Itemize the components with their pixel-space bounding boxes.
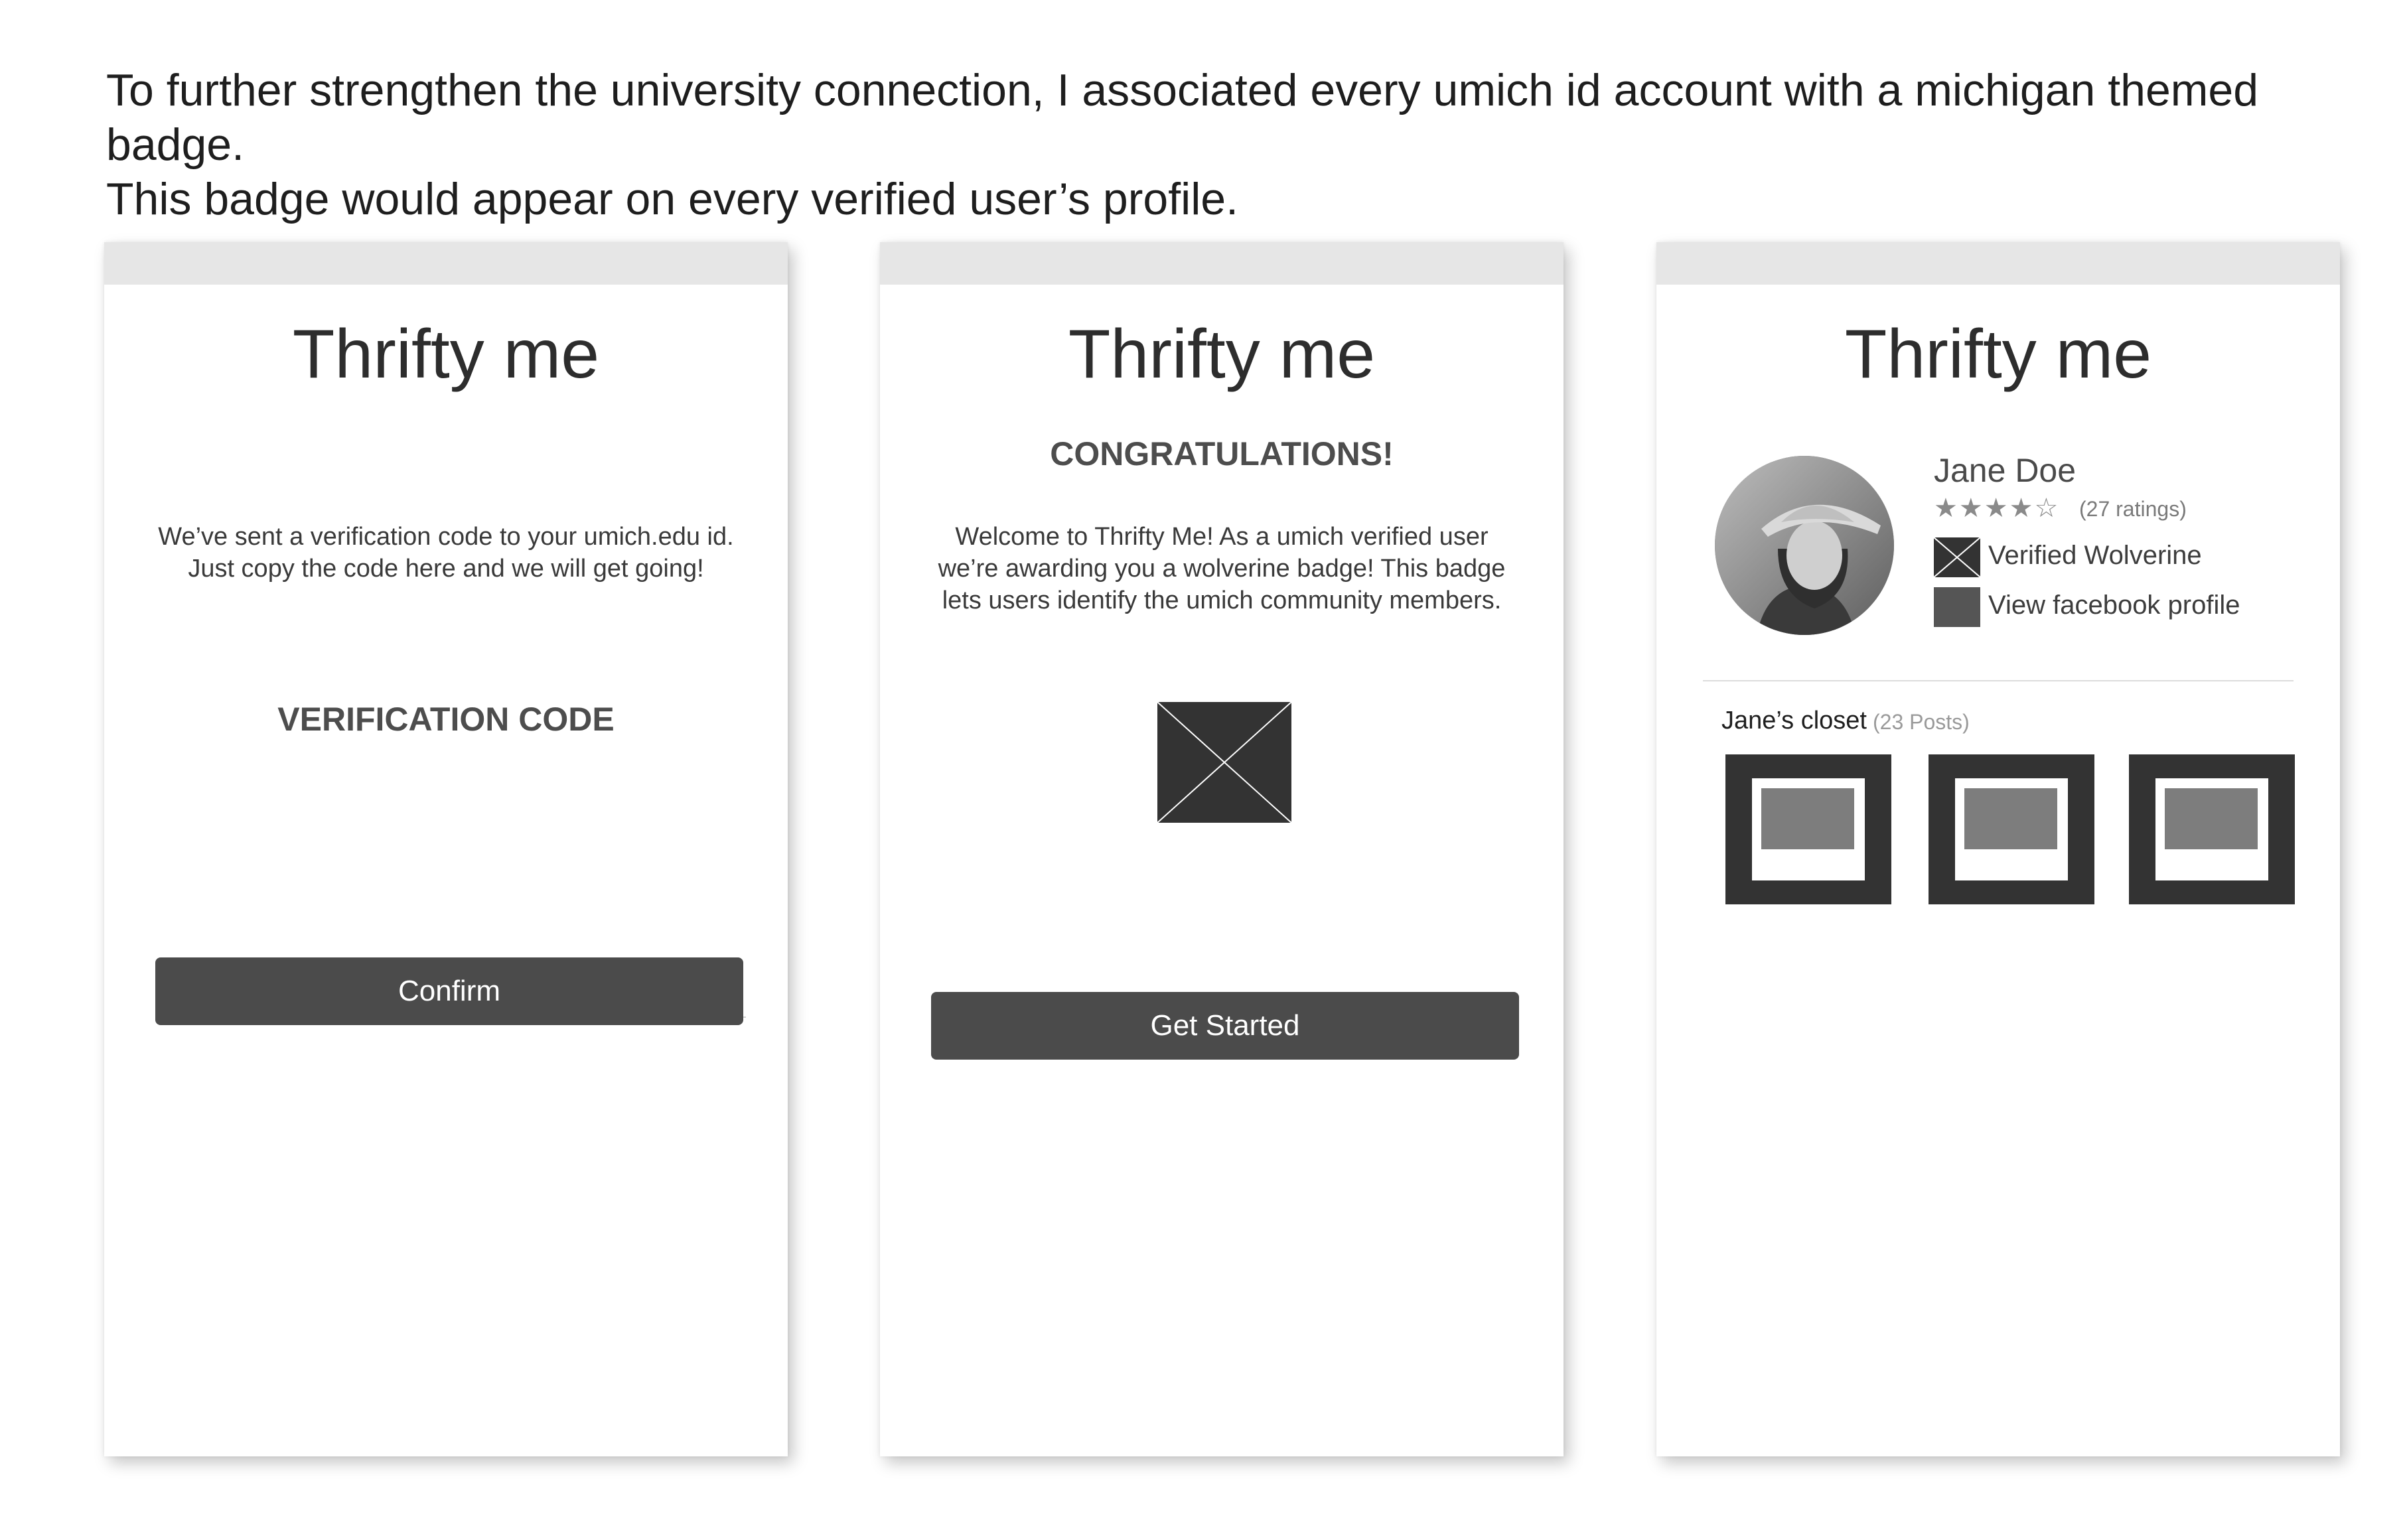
divider xyxy=(1703,680,2294,681)
message-line: Welcome to Thrifty Me! As a umich verifi… xyxy=(955,523,1489,551)
verified-wolverine-label: Verified Wolverine xyxy=(1988,541,2202,570)
closet-post-count: (23 Posts) xyxy=(1873,710,1970,734)
app-title: Thrifty me xyxy=(292,316,600,393)
closet-item-thumbnail[interactable] xyxy=(1929,754,2094,904)
intro-line-1: To further strengthen the university con… xyxy=(106,65,2259,170)
verification-code-label: VERIFICATION CODE xyxy=(277,701,615,738)
profile-screen: Thrifty me Jane Doe ★★★★☆ (27 ratings) V… xyxy=(1656,242,2340,1456)
confirm-button[interactable]: Confirm xyxy=(155,957,743,1025)
ratings-count: (27 ratings) xyxy=(2079,497,2187,521)
intro-line-2: This badge would appear on every verifie… xyxy=(106,174,1239,224)
app-title: Thrifty me xyxy=(1068,316,1376,393)
profile-name: Jane Doe xyxy=(1934,452,2077,489)
facebook-profile-link[interactable]: View facebook profile xyxy=(1988,591,2240,620)
facebook-icon[interactable] xyxy=(1934,587,1980,627)
congratulations-screen: Thrifty me CONGRATULATIONS! Welcome to T… xyxy=(880,242,1564,1456)
image-placeholder-icon xyxy=(1964,788,2057,849)
get-started-button[interactable]: Get Started xyxy=(931,992,1519,1060)
message-line: Just copy the code here and we will get … xyxy=(188,555,704,583)
congratulations-heading: CONGRATULATIONS! xyxy=(1050,435,1394,472)
verification-message: We’ve sent a verification code to your u… xyxy=(144,521,748,585)
status-bar xyxy=(880,242,1564,285)
image-placeholder-icon xyxy=(1761,788,1854,849)
app-title: Thrifty me xyxy=(1844,316,2152,393)
badge-placeholder-icon xyxy=(1157,702,1291,823)
message-line: we’re awarding you a wolverine badge! Th… xyxy=(938,555,1506,583)
image-placeholder-icon xyxy=(2165,788,2258,849)
closet-item-thumbnail[interactable] xyxy=(1725,754,1891,904)
message-line: We’ve sent a verification code to your u… xyxy=(158,523,734,551)
rating-stars-icon: ★★★★☆ xyxy=(1934,494,2060,523)
welcome-message: Welcome to Thrifty Me! As a umich verifi… xyxy=(920,521,1524,616)
verification-screen: Thrifty me We’ve sent a verification cod… xyxy=(104,242,788,1456)
wolverine-badge-icon xyxy=(1934,537,1980,577)
closet-title: Jane’s closet xyxy=(1721,707,1867,735)
closet-item-thumbnail[interactable] xyxy=(2129,754,2295,904)
status-bar xyxy=(104,242,788,285)
message-line: lets users identify the umich community … xyxy=(942,587,1502,614)
avatar[interactable] xyxy=(1715,456,1894,635)
status-bar xyxy=(1656,242,2340,285)
intro-text: To further strengthen the university con… xyxy=(106,63,2363,226)
